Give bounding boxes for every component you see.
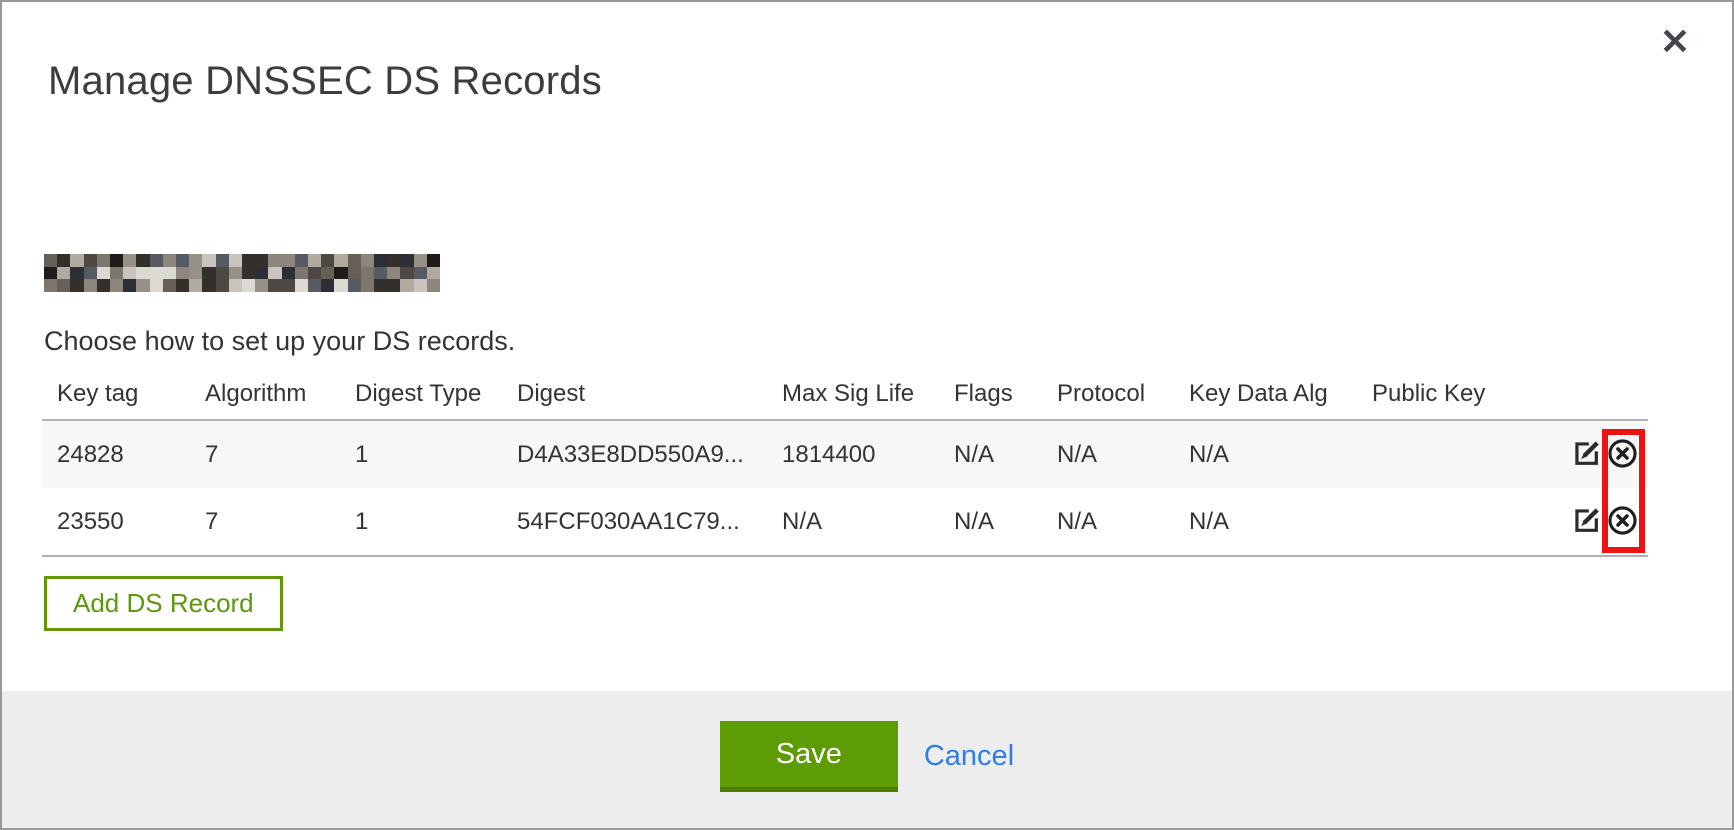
cell-flags: N/A <box>939 420 1042 488</box>
cell-algorithm: 7 <box>190 420 340 488</box>
cell-key-data-alg: N/A <box>1174 488 1357 556</box>
cell-public-key <box>1357 488 1522 556</box>
cancel-link[interactable]: Cancel <box>924 740 1014 773</box>
cell-actions <box>1522 488 1648 556</box>
col-header-protocol: Protocol <box>1042 374 1174 420</box>
col-header-digest-type: Digest Type <box>340 374 502 420</box>
table-header-row: Key tag Algorithm Digest Type Digest Max… <box>42 374 1648 420</box>
cell-key-data-alg: N/A <box>1174 420 1357 488</box>
redacted-domain-name <box>44 254 440 292</box>
col-header-key-tag: Key tag <box>42 374 190 420</box>
col-header-max-sig-life: Max Sig Life <box>767 374 939 420</box>
cell-key-tag: 23550 <box>42 488 190 556</box>
cell-public-key <box>1357 420 1522 488</box>
col-header-actions <box>1522 374 1648 420</box>
cell-digest-type: 1 <box>340 420 502 488</box>
col-header-key-data-alg: Key Data Alg <box>1174 374 1357 420</box>
x-circle-icon <box>1607 438 1638 472</box>
cell-digest: D4A33E8DD550A9... <box>502 420 767 488</box>
cell-algorithm: 7 <box>190 488 340 556</box>
cell-max-sig-life: N/A <box>767 488 939 556</box>
cell-max-sig-life: 1814400 <box>767 420 939 488</box>
cell-protocol: N/A <box>1042 488 1174 556</box>
add-ds-record-button[interactable]: Add DS Record <box>44 576 283 631</box>
cell-actions <box>1522 420 1648 488</box>
edit-record-button[interactable] <box>1571 438 1602 472</box>
col-header-public-key: Public Key <box>1357 374 1522 420</box>
manage-dnssec-ds-records-modal: Manage DNSSEC DS Records ✕ Choose how to… <box>0 0 1734 830</box>
close-icon[interactable]: ✕ <box>1656 20 1694 64</box>
delete-record-button[interactable] <box>1607 505 1638 539</box>
ds-record-row: 24828 7 1 D4A33E8DD550A9... 1814400 N/A … <box>42 420 1648 488</box>
cell-digest-type: 1 <box>340 488 502 556</box>
instruction-text: Choose how to set up your DS records. <box>44 326 515 357</box>
col-header-flags: Flags <box>939 374 1042 420</box>
edit-record-button[interactable] <box>1571 505 1602 539</box>
ds-records-table-container: Key tag Algorithm Digest Type Digest Max… <box>42 374 1648 557</box>
save-button[interactable]: Save <box>720 721 898 792</box>
col-header-algorithm: Algorithm <box>190 374 340 420</box>
modal-footer: Save Cancel <box>2 691 1732 828</box>
cell-protocol: N/A <box>1042 420 1174 488</box>
edit-pencil-icon <box>1571 438 1602 472</box>
col-header-digest: Digest <box>502 374 767 420</box>
cell-digest: 54FCF030AA1C79... <box>502 488 767 556</box>
x-circle-icon <box>1607 505 1638 539</box>
edit-pencil-icon <box>1571 505 1602 539</box>
ds-record-row: 23550 7 1 54FCF030AA1C79... N/A N/A N/A … <box>42 488 1648 556</box>
cell-key-tag: 24828 <box>42 420 190 488</box>
delete-record-button[interactable] <box>1607 438 1638 472</box>
cell-flags: N/A <box>939 488 1042 556</box>
ds-records-table: Key tag Algorithm Digest Type Digest Max… <box>42 374 1648 557</box>
page-title: Manage DNSSEC DS Records <box>48 59 602 104</box>
